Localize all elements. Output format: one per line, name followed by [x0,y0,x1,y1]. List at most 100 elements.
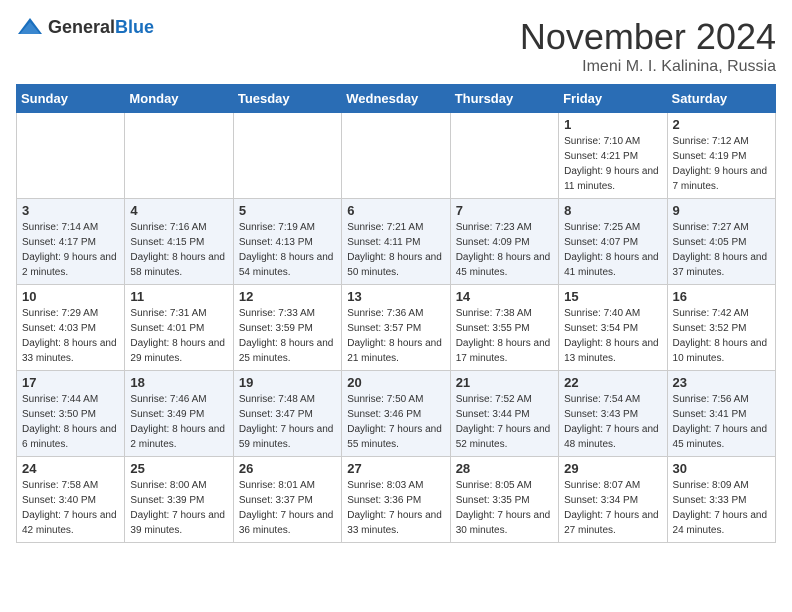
weekday-header-sunday: Sunday [17,85,125,113]
calendar-cell: 15 Sunrise: 7:40 AM Sunset: 3:54 PM Dayli… [559,285,667,371]
calendar-cell: 29Sunrise: 8:07 AM Sunset: 3:34 PM Dayli… [559,457,667,543]
day-number: 20 [347,375,444,390]
calendar-cell [450,113,558,199]
calendar-cell: 14 Sunrise: 7:38 AM Sunset: 3:55 PM Dayli… [450,285,558,371]
day-number: 26 [239,461,336,476]
calendar-week-3: 17Sunrise: 7:44 AM Sunset: 3:50 PM Dayli… [17,371,776,457]
calendar-cell: 19 Sunrise: 7:48 AM Sunset: 3:47 PM Dayli… [233,371,341,457]
day-info: Sunrise: 7:54 AM Sunset: 3:43 PM Dayligh… [564,392,661,452]
day-number: 30 [673,461,770,476]
day-number: 5 [239,203,336,218]
day-number: 19 [239,375,336,390]
day-info: Sunrise: 7:58 AM Sunset: 3:40 PM Dayligh… [22,478,119,538]
day-info: Sunrise: 7:36 AM Sunset: 3:57 PM Dayligh… [347,306,444,366]
day-info: Sunrise: 7:31 AM Sunset: 4:01 PM Dayligh… [130,306,227,366]
day-info: Sunrise: 7:21 AM Sunset: 4:11 PM Dayligh… [347,220,444,280]
calendar-cell: 20Sunrise: 7:50 AM Sunset: 3:46 PM Dayli… [342,371,450,457]
calendar-cell: 21 Sunrise: 7:52 AM Sunset: 3:44 PM Dayli… [450,371,558,457]
calendar-cell [17,113,125,199]
calendar-cell [342,113,450,199]
day-info: Sunrise: 7:48 AM Sunset: 3:47 PM Dayligh… [239,392,336,452]
day-info: Sunrise: 7:23 AM Sunset: 4:09 PM Dayligh… [456,220,553,280]
day-info: Sunrise: 7:27 AM Sunset: 4:05 PM Dayligh… [673,220,770,280]
day-info: Sunrise: 7:10 AM Sunset: 4:21 PM Dayligh… [564,134,661,194]
day-info: Sunrise: 7:46 AM Sunset: 3:49 PM Dayligh… [130,392,227,452]
calendar-cell: 11 Sunrise: 7:31 AM Sunset: 4:01 PM Dayli… [125,285,233,371]
day-info: Sunrise: 7:12 AM Sunset: 4:19 PM Dayligh… [673,134,770,194]
day-info: Sunrise: 8:01 AM Sunset: 3:37 PM Dayligh… [239,478,336,538]
calendar-week-4: 24 Sunrise: 7:58 AM Sunset: 3:40 PM Dayli… [17,457,776,543]
day-number: 2 [673,117,770,132]
calendar-cell: 2 Sunrise: 7:12 AM Sunset: 4:19 PM Daylig… [667,113,775,199]
day-info: Sunrise: 8:05 AM Sunset: 3:35 PM Dayligh… [456,478,553,538]
calendar-cell: 22Sunrise: 7:54 AM Sunset: 3:43 PM Dayli… [559,371,667,457]
calendar-week-0: 1 Sunrise: 7:10 AM Sunset: 4:21 PM Daylig… [17,113,776,199]
day-info: Sunrise: 7:40 AM Sunset: 3:54 PM Dayligh… [564,306,661,366]
logo: GeneralBlue [16,16,154,38]
day-number: 17 [22,375,119,390]
title-block: November 2024 Imeni M. I. Kalinina, Russ… [520,16,776,76]
calendar-cell: 27 Sunrise: 8:03 AM Sunset: 3:36 PM Dayli… [342,457,450,543]
day-number: 11 [130,289,227,304]
weekday-header-tuesday: Tuesday [233,85,341,113]
day-info: Sunrise: 7:42 AM Sunset: 3:52 PM Dayligh… [673,306,770,366]
day-info: Sunrise: 7:25 AM Sunset: 4:07 PM Dayligh… [564,220,661,280]
logo-text-general: General [48,17,115,37]
day-number: 6 [347,203,444,218]
day-number: 21 [456,375,553,390]
day-info: Sunrise: 8:09 AM Sunset: 3:33 PM Dayligh… [673,478,770,538]
day-number: 3 [22,203,119,218]
calendar-cell: 4 Sunrise: 7:16 AM Sunset: 4:15 PM Daylig… [125,199,233,285]
title-month: November 2024 [520,16,776,58]
calendar-cell: 24 Sunrise: 7:58 AM Sunset: 3:40 PM Dayli… [17,457,125,543]
logo-text-blue: Blue [115,17,154,37]
calendar-cell: 1 Sunrise: 7:10 AM Sunset: 4:21 PM Daylig… [559,113,667,199]
day-number: 9 [673,203,770,218]
day-number: 14 [456,289,553,304]
day-number: 10 [22,289,119,304]
calendar-cell: 8Sunrise: 7:25 AM Sunset: 4:07 PM Daylig… [559,199,667,285]
day-info: Sunrise: 7:52 AM Sunset: 3:44 PM Dayligh… [456,392,553,452]
calendar-cell: 30 Sunrise: 8:09 AM Sunset: 3:33 PM Dayli… [667,457,775,543]
day-number: 28 [456,461,553,476]
day-info: Sunrise: 7:16 AM Sunset: 4:15 PM Dayligh… [130,220,227,280]
calendar-table: SundayMondayTuesdayWednesdayThursdayFrid… [16,84,776,543]
day-number: 12 [239,289,336,304]
day-number: 13 [347,289,444,304]
calendar-cell: 9 Sunrise: 7:27 AM Sunset: 4:05 PM Daylig… [667,199,775,285]
calendar-cell: 3 Sunrise: 7:14 AM Sunset: 4:17 PM Daylig… [17,199,125,285]
calendar-cell [233,113,341,199]
day-info: Sunrise: 7:56 AM Sunset: 3:41 PM Dayligh… [673,392,770,452]
weekday-header-wednesday: Wednesday [342,85,450,113]
calendar-cell: 5 Sunrise: 7:19 AM Sunset: 4:13 PM Daylig… [233,199,341,285]
calendar-cell: 23 Sunrise: 7:56 AM Sunset: 3:41 PM Dayli… [667,371,775,457]
day-info: Sunrise: 7:38 AM Sunset: 3:55 PM Dayligh… [456,306,553,366]
day-info: Sunrise: 7:33 AM Sunset: 3:59 PM Dayligh… [239,306,336,366]
calendar-cell: 10 Sunrise: 7:29 AM Sunset: 4:03 PM Dayli… [17,285,125,371]
day-info: Sunrise: 7:14 AM Sunset: 4:17 PM Dayligh… [22,220,119,280]
weekday-header-thursday: Thursday [450,85,558,113]
day-info: Sunrise: 8:03 AM Sunset: 3:36 PM Dayligh… [347,478,444,538]
calendar-cell: 16 Sunrise: 7:42 AM Sunset: 3:52 PM Dayli… [667,285,775,371]
weekday-header-row: SundayMondayTuesdayWednesdayThursdayFrid… [17,85,776,113]
day-number: 16 [673,289,770,304]
day-number: 23 [673,375,770,390]
calendar-cell: 7Sunrise: 7:23 AM Sunset: 4:09 PM Daylig… [450,199,558,285]
calendar-cell [125,113,233,199]
weekday-header-friday: Friday [559,85,667,113]
day-info: Sunrise: 7:19 AM Sunset: 4:13 PM Dayligh… [239,220,336,280]
day-number: 24 [22,461,119,476]
title-location: Imeni M. I. Kalinina, Russia [520,58,776,76]
calendar-cell: 25Sunrise: 8:00 AM Sunset: 3:39 PM Dayli… [125,457,233,543]
calendar-cell: 28 Sunrise: 8:05 AM Sunset: 3:35 PM Dayli… [450,457,558,543]
day-number: 4 [130,203,227,218]
day-info: Sunrise: 8:00 AM Sunset: 3:39 PM Dayligh… [130,478,227,538]
day-number: 1 [564,117,661,132]
day-number: 15 [564,289,661,304]
day-number: 27 [347,461,444,476]
day-info: Sunrise: 7:29 AM Sunset: 4:03 PM Dayligh… [22,306,119,366]
calendar-cell: 6 Sunrise: 7:21 AM Sunset: 4:11 PM Daylig… [342,199,450,285]
day-number: 18 [130,375,227,390]
calendar-cell: 18 Sunrise: 7:46 AM Sunset: 3:49 PM Dayli… [125,371,233,457]
logo-icon [16,16,44,38]
